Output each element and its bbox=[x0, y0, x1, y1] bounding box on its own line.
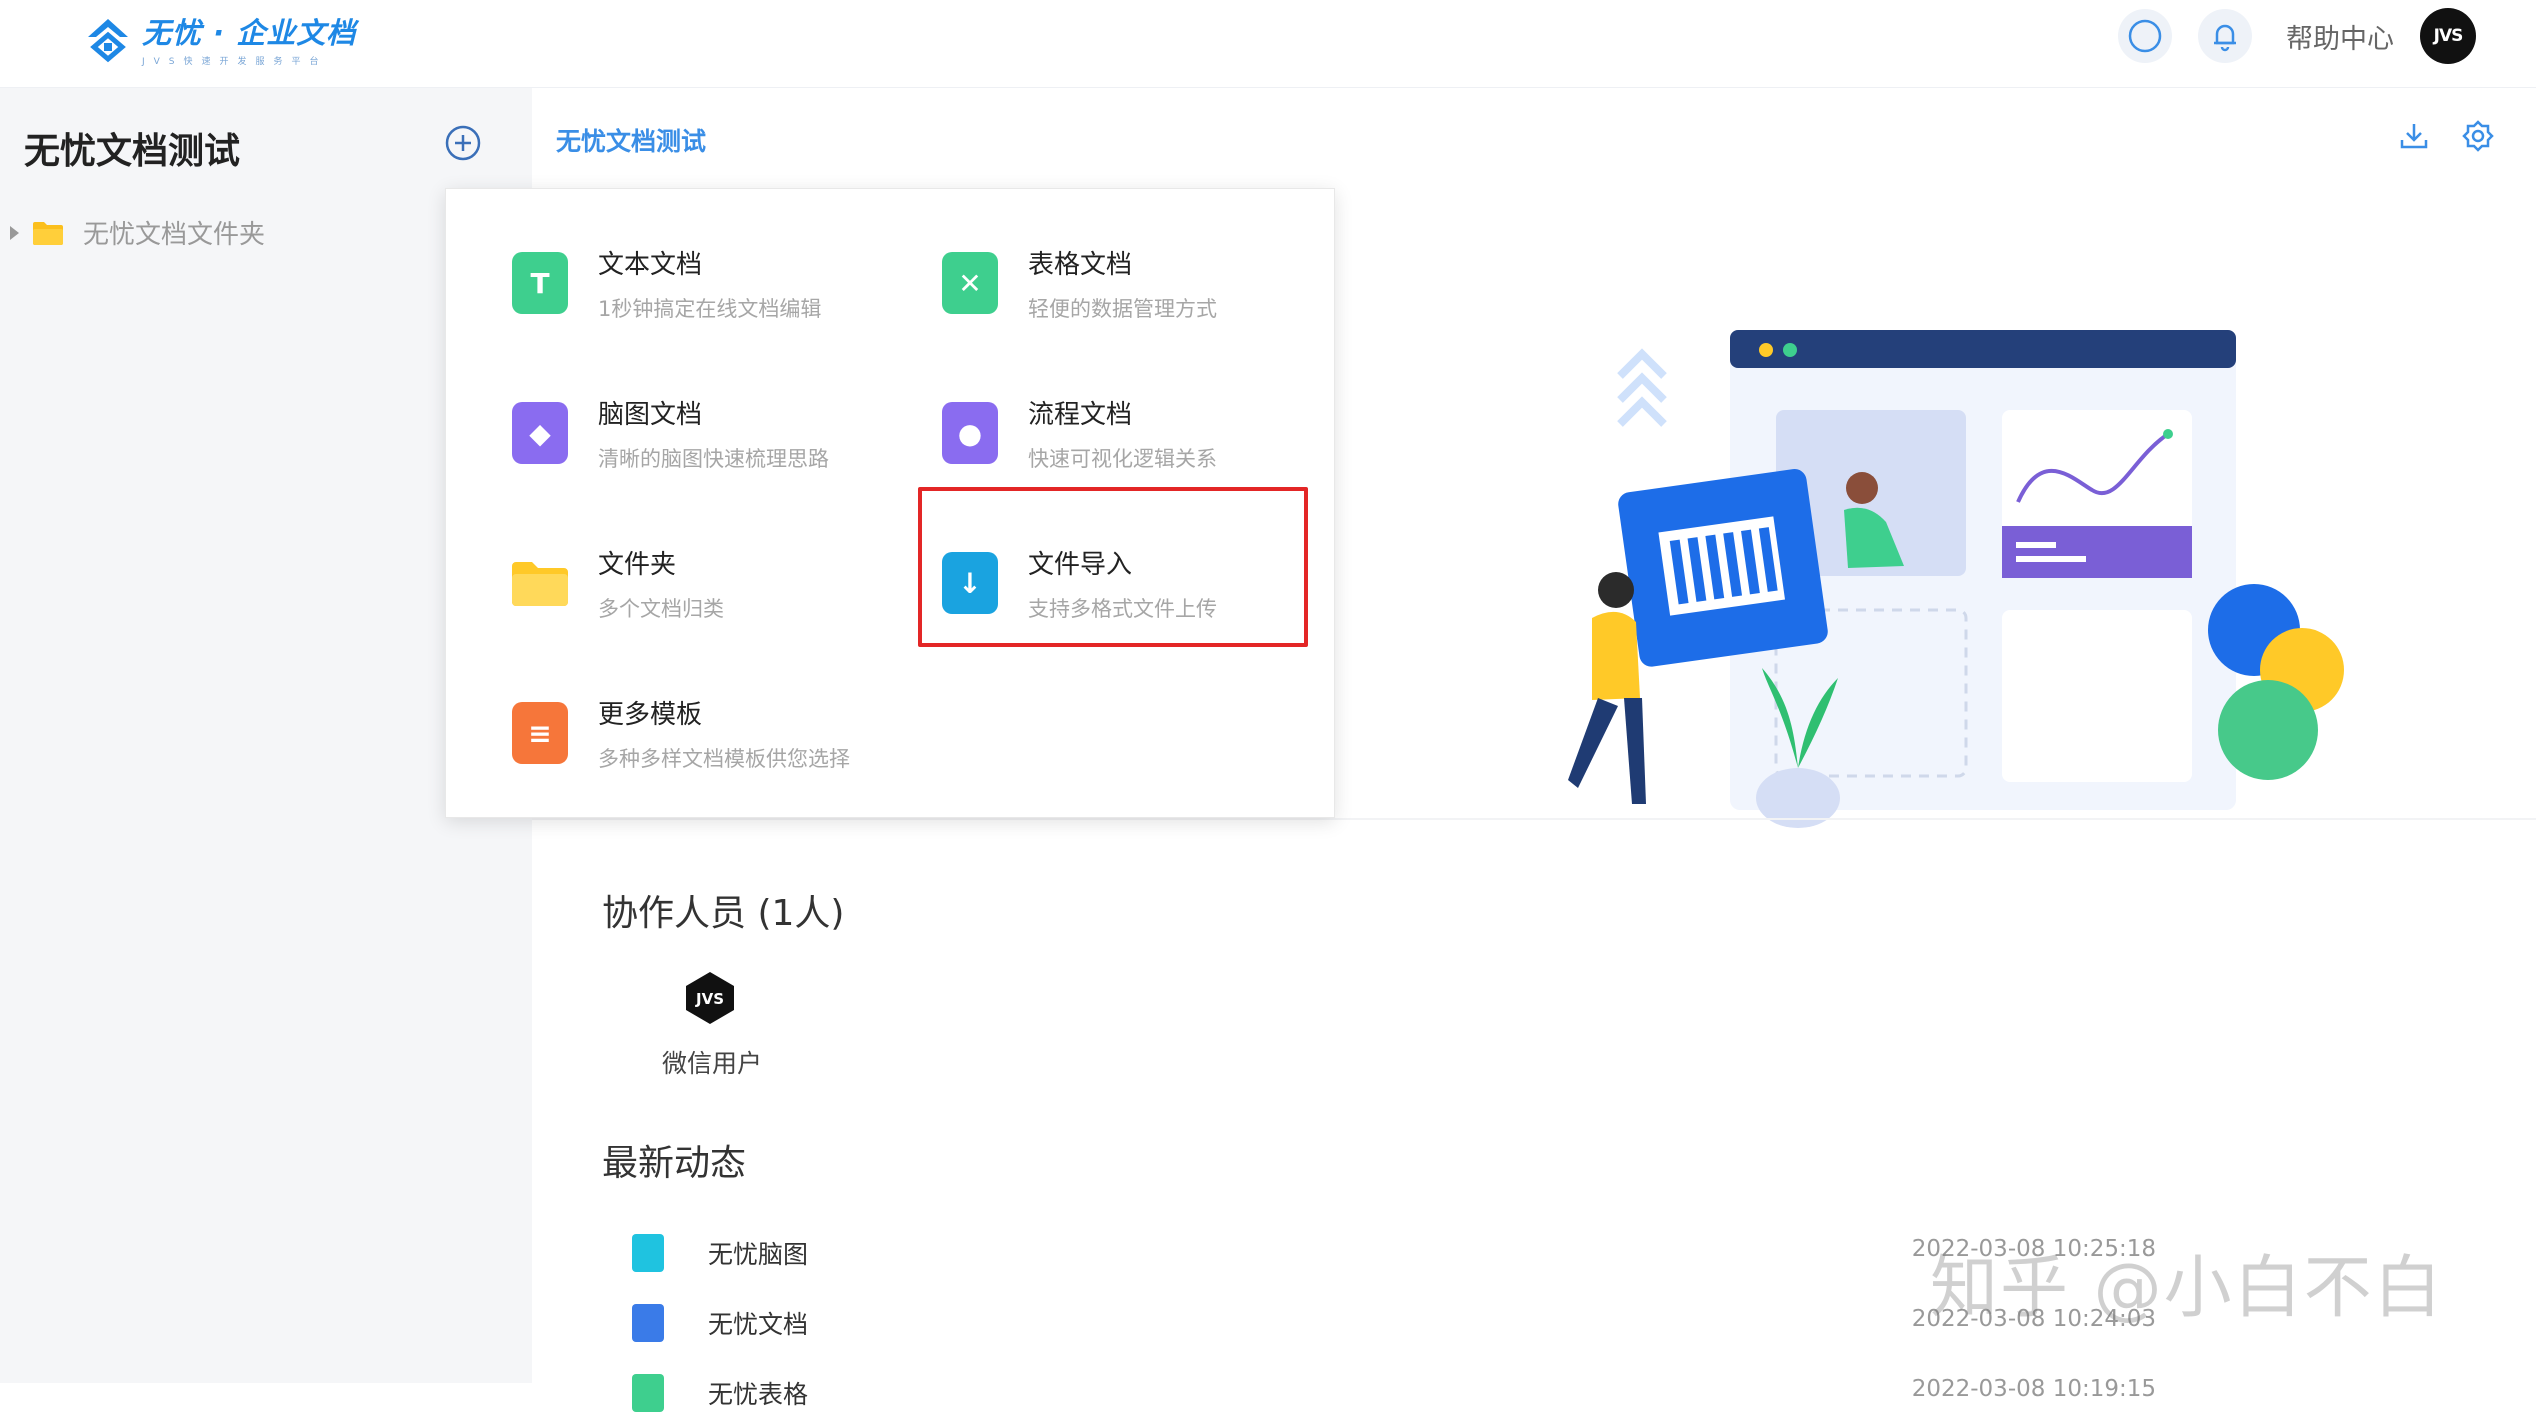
document-file-icon bbox=[632, 1304, 664, 1342]
logo-subtitle: JVS快速开发服务平台 bbox=[142, 57, 328, 67]
menu-item-flow-doc[interactable]: ● 流程文档 快速可视化逻辑关系 bbox=[942, 373, 1322, 493]
breadcrumb[interactable]: 无忧文档测试 bbox=[556, 122, 706, 158]
menu-item-subtitle: 多种多样文档模板供您选择 bbox=[598, 746, 850, 771]
activity-name: 无忧表格 bbox=[708, 1380, 809, 1409]
menu-item-subtitle: 轻便的数据管理方式 bbox=[1028, 296, 1217, 321]
collaborator-avatar-text: JVS bbox=[695, 990, 724, 1008]
activity-time: 2022-03-08 10:19:15 bbox=[1911, 1376, 2156, 1402]
menu-item-subtitle: 清晰的脑图快速梳理思路 bbox=[598, 446, 829, 471]
menu-item-title: 流程文档 bbox=[1028, 399, 1133, 430]
logo-icon bbox=[88, 18, 128, 62]
menu-item-folder[interactable]: 文件夹 多个文档归类 bbox=[512, 523, 892, 643]
menu-item-subtitle: 多个文档归类 bbox=[598, 596, 724, 621]
menu-item-subtitle: 快速可视化逻辑关系 bbox=[1028, 446, 1217, 471]
menu-item-title: 文件夹 bbox=[598, 549, 677, 580]
section-divider bbox=[532, 818, 2536, 820]
sheet-doc-icon: ✕ bbox=[942, 252, 998, 314]
download-icon[interactable] bbox=[2396, 118, 2432, 154]
flow-doc-icon: ● bbox=[942, 402, 998, 464]
collaborator-avatar[interactable]: JVS bbox=[682, 970, 738, 1026]
hero-illustration bbox=[1568, 330, 2344, 828]
app-logo[interactable]: 无忧 · 企业文档 JVS快速开发服务平台 bbox=[84, 10, 356, 67]
add-circle-icon[interactable] bbox=[444, 124, 482, 162]
menu-item-mindmap-doc[interactable]: ◆ 脑图文档 清晰的脑图快速梳理思路 bbox=[512, 373, 892, 493]
bell-icon bbox=[2214, 24, 2236, 52]
notification-button[interactable] bbox=[2198, 9, 2252, 63]
menu-item-title: 表格文档 bbox=[1028, 249, 1133, 280]
collaborator-name: 微信用户 bbox=[662, 1049, 763, 1078]
folder-icon bbox=[512, 562, 568, 606]
settings-icon[interactable] bbox=[2460, 118, 2496, 154]
menu-item-title: 文本文档 bbox=[598, 249, 703, 280]
sidebar-item-label: 无忧文档文件夹 bbox=[83, 220, 266, 250]
sidebar-title: 无忧文档测试 bbox=[24, 131, 241, 172]
menu-item-sheet-doc[interactable]: ✕ 表格文档 轻便的数据管理方式 bbox=[942, 223, 1322, 343]
highlight-box bbox=[918, 487, 1308, 647]
activity-item[interactable]: 无忧脑图 bbox=[632, 1234, 808, 1272]
logo-title: 无忧 · 企业文档 bbox=[142, 16, 357, 50]
mindmap-file-icon bbox=[632, 1234, 664, 1272]
activity-name: 无忧脑图 bbox=[708, 1240, 809, 1269]
sidebar-item-folder[interactable]: 无忧文档文件夹 bbox=[10, 214, 265, 251]
collaborators-title: 协作人员 (1人) bbox=[602, 893, 845, 934]
activity-item[interactable]: 无忧文档 bbox=[632, 1304, 808, 1342]
user-avatar[interactable]: JVS bbox=[2420, 8, 2476, 64]
create-menu-popup: T 文本文档 1秒钟搞定在线文档编辑 ✕ 表格文档 轻便的数据管理方式 ◆ 脑图… bbox=[445, 188, 1335, 818]
mindmap-doc-icon: ◆ bbox=[512, 402, 568, 464]
menu-item-text-doc[interactable]: T 文本文档 1秒钟搞定在线文档编辑 bbox=[512, 223, 892, 343]
search-button[interactable] bbox=[2118, 9, 2172, 63]
text-doc-icon: T bbox=[512, 252, 568, 314]
menu-item-more-templates[interactable]: ≡ 更多模板 多种多样文档模板供您选择 bbox=[512, 673, 892, 793]
activity-name: 无忧文档 bbox=[708, 1310, 809, 1339]
menu-item-title: 更多模板 bbox=[598, 699, 703, 730]
sheet-file-icon bbox=[632, 1374, 664, 1412]
activity-item[interactable]: 无忧表格 bbox=[632, 1374, 808, 1412]
folder-icon bbox=[33, 221, 63, 245]
menu-item-subtitle: 1秒钟搞定在线文档编辑 bbox=[598, 296, 822, 321]
help-center-link[interactable]: 帮助中心 bbox=[2286, 17, 2394, 56]
watermark: 知乎 @小白不白 bbox=[1930, 1249, 2444, 1328]
caret-right-icon[interactable] bbox=[10, 225, 19, 240]
menu-item-title: 脑图文档 bbox=[598, 399, 703, 430]
template-icon: ≡ bbox=[512, 702, 568, 764]
top-bar: 无忧 · 企业文档 JVS快速开发服务平台 帮助中心 JVS bbox=[0, 0, 2536, 88]
activities-title: 最新动态 bbox=[602, 1143, 747, 1184]
search-icon bbox=[2128, 19, 2162, 53]
